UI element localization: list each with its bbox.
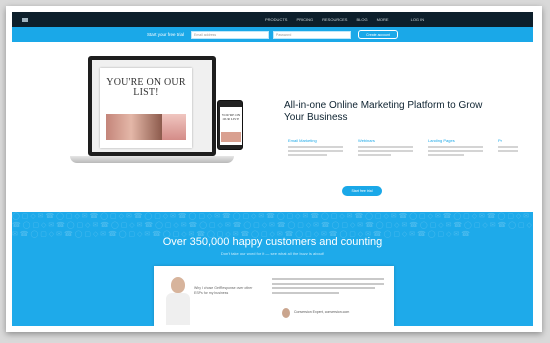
logo[interactable] bbox=[22, 17, 60, 22]
laptop-headline: YOU'RE ON OUR LIST! bbox=[106, 77, 186, 98]
feature-title: Email Marketing bbox=[288, 138, 317, 143]
feature-title: Pr bbox=[498, 138, 502, 143]
phone-headline: YOU'RE ON OUR LIST! bbox=[221, 113, 241, 121]
nav-link-resources[interactable]: RESOURCES bbox=[322, 17, 347, 22]
testimonial-quote bbox=[272, 278, 384, 296]
nav-links: PRODUCTS PRICING RESOURCES BLOG MORE bbox=[265, 17, 389, 22]
start-free-trial-button[interactable]: Start free trial bbox=[342, 186, 382, 196]
laptop-photo bbox=[106, 114, 162, 140]
laptop-base bbox=[70, 156, 234, 163]
hero-title: All-in-one Online Marketing Platform to … bbox=[284, 100, 483, 123]
nav-link-more[interactable]: MORE bbox=[377, 17, 389, 22]
logo-wordmark bbox=[30, 18, 31, 22]
feature-landing-pages[interactable]: Landing Pages bbox=[428, 138, 483, 158]
feature-title: Webinars bbox=[358, 138, 375, 143]
signup-bar: Start your free trial Email address Pass… bbox=[12, 27, 533, 42]
feature-webinars[interactable]: Webinars bbox=[358, 138, 413, 158]
feature-title: Landing Pages bbox=[428, 138, 455, 143]
customers-section: ◯ ▢ ◇ ✉ ☎ ◯ ▢ ◇ ✉ ☎ ◯ ▢ ◇ ✉ ☎ ◯ ▢ ◇ ✉ ☎ … bbox=[12, 212, 533, 326]
phone-screen: YOU'RE ON OUR LIST! bbox=[220, 107, 242, 145]
signup-label: Start your free trial bbox=[146, 32, 184, 37]
password-field[interactable]: Password bbox=[273, 30, 351, 39]
create-account-button[interactable]: Create account bbox=[358, 30, 398, 39]
email-field[interactable]: Email address bbox=[191, 30, 269, 39]
laptop-screen-page: YOU'RE ON OUR LIST! bbox=[100, 68, 192, 148]
quote-author-avatar bbox=[282, 308, 290, 318]
nav-link-blog[interactable]: BLOG bbox=[356, 17, 367, 22]
customers-heading: Over 350,000 happy customers and countin… bbox=[162, 236, 383, 248]
login-link[interactable]: LOG IN bbox=[411, 17, 425, 22]
top-navbar: PRODUCTS PRICING RESOURCES BLOG MORE LOG… bbox=[12, 12, 533, 27]
feature-more[interactable]: Pr bbox=[498, 138, 518, 158]
quote-author-name: Conversion Expert, conversion.com bbox=[294, 310, 350, 314]
testimonial-person-photo bbox=[164, 277, 192, 325]
laptop-mockup: YOU'RE ON OUR LIST! bbox=[88, 56, 216, 156]
nav-link-pricing[interactable]: PRICING bbox=[296, 17, 313, 22]
phone-photo bbox=[221, 132, 241, 142]
customers-subheading: Don't take our word for it — see what al… bbox=[220, 251, 325, 256]
hero-section: YOU'RE ON OUR LIST! YOU'RE ON OUR LIST! … bbox=[12, 42, 533, 212]
testimonial-card: Why I chose GetResponse over other ESPs … bbox=[154, 266, 394, 326]
web-page: PRODUCTS PRICING RESOURCES BLOG MORE LOG… bbox=[12, 12, 533, 326]
logo-icon bbox=[22, 17, 28, 22]
laptop-photo-2 bbox=[162, 114, 186, 140]
nav-link-products[interactable]: PRODUCTS bbox=[265, 17, 287, 22]
feature-email-marketing[interactable]: Email Marketing bbox=[288, 138, 343, 158]
testimonial-why-text[interactable]: Why I chose GetResponse over other ESPs … bbox=[194, 286, 256, 296]
phone-mockup: YOU'RE ON OUR LIST! bbox=[217, 100, 243, 150]
feature-list: Email Marketing Webinars Landing Pages P… bbox=[288, 138, 533, 158]
